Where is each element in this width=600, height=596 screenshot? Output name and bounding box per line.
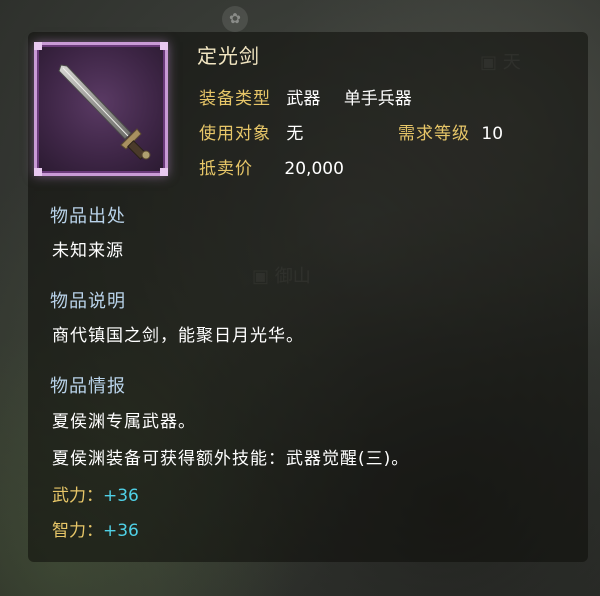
sword-icon xyxy=(58,64,151,160)
price-row: 抵卖价 20,000 xyxy=(199,154,344,179)
info-line: 夏侯渊装备可获得额外技能：武器觉醒(三)。 xyxy=(52,449,410,469)
stat-strength: 武力：+36 xyxy=(52,481,139,506)
user-label: 使用对象 xyxy=(199,124,271,144)
user-row: 使用对象 无 xyxy=(199,119,303,144)
origin-heading: 物品出处 xyxy=(50,206,126,227)
stat-value: +36 xyxy=(103,486,139,506)
description-heading: 物品说明 xyxy=(50,291,126,312)
level-value: 10 xyxy=(481,124,504,144)
equip-type-label: 装备类型 xyxy=(199,89,271,109)
equip-type-row: 装备类型 武器 单手兵器 xyxy=(199,84,412,109)
info-line: 夏侯渊专属武器。 xyxy=(52,412,196,432)
stat-label: 武力： xyxy=(52,486,103,506)
level-label: 需求等级 xyxy=(398,124,470,144)
description-text: 商代镇国之剑，能聚日月光华。 xyxy=(52,326,304,346)
level-row: 需求等级 10 xyxy=(398,119,503,144)
user-value: 无 xyxy=(286,124,304,144)
stat-label: 智力： xyxy=(52,521,103,541)
item-name: 定光剑 xyxy=(197,44,260,68)
item-icon-slot[interactable] xyxy=(34,42,168,176)
equip-type-value: 武器 xyxy=(286,89,321,109)
price-value: 20,000 xyxy=(284,159,344,179)
stat-intelligence: 智力：+36 xyxy=(52,516,139,541)
stat-value: +36 xyxy=(103,521,139,541)
weapon-class-value: 单手兵器 xyxy=(343,89,412,109)
price-label: 抵卖价 xyxy=(199,159,253,179)
info-heading: 物品情报 xyxy=(50,376,126,397)
faded-emblem-icon: ✿ xyxy=(222,6,248,32)
origin-text: 未知来源 xyxy=(52,241,124,261)
